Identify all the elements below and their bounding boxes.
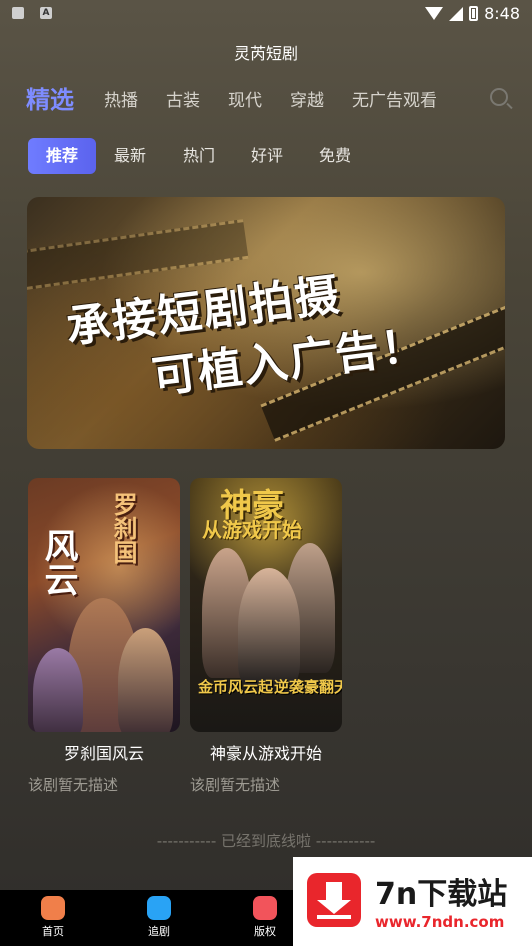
download-logo-icon [307,873,361,927]
signal-icon [449,6,464,21]
nav-copyright-label: 版权 [254,925,276,938]
category-tabs: 精选 热播 古装 现代 穿越 无广告观看 [26,84,512,120]
site-watermark: 7n下载站 www.7ndn.com [293,857,532,946]
shop-icon [253,896,277,920]
drama-card[interactable]: 神豪 从游戏开始 金币风云起 逆袭豪翻天 神豪从游戏开始 [190,478,342,764]
drama-title[interactable]: 神豪从游戏开始 [190,740,342,764]
drama-poster[interactable]: 风云 罗刹国 [28,478,180,732]
search-icon[interactable] [490,88,508,106]
nav-following[interactable]: 追剧 [129,896,189,939]
watermark-url: www.7ndn.com [375,913,505,931]
tab-modern[interactable]: 现代 [228,84,262,118]
heart-icon [147,896,171,920]
nav-home-label: 首页 [42,925,64,938]
status-time: 8:48 [484,4,520,23]
drama-poster[interactable]: 神豪 从游戏开始 金币风云起 逆袭豪翻天 [190,478,342,732]
app-title: 灵芮短剧 [233,44,298,63]
nav-home[interactable]: 首页 [23,896,83,939]
tab-hot[interactable]: 热播 [104,84,138,118]
subtab-top-rated[interactable]: 好评 [251,138,283,174]
home-icon [41,896,65,920]
mail-notification-icon [12,7,24,19]
end-of-list-text: ----------- 已经到底线啦 ----------- [156,832,376,850]
nav-following-label: 追剧 [148,925,170,938]
subtab-free[interactable]: 免费 [319,138,351,174]
subtab-recommended[interactable]: 推荐 [28,138,96,174]
subtab-latest[interactable]: 最新 [114,138,146,174]
status-bar: A 8:48 [0,0,532,30]
tab-no-ads[interactable]: 无广告观看 [352,84,437,118]
nav-copyright[interactable]: 版权 [235,896,295,939]
poster-subtitle-art: 从游戏开始 [202,518,302,542]
promo-banner[interactable]: 承接短剧拍摄 可植入广告！ [27,197,505,449]
drama-card[interactable]: 风云 罗刹国 罗刹国风云 [28,478,180,764]
tab-time-travel[interactable]: 穿越 [290,84,324,118]
drama-title[interactable]: 罗刹国风云 [28,740,180,764]
app-notification-icon: A [40,7,52,19]
drama-description: 该剧暂无描述 [190,776,281,794]
tab-costume[interactable]: 古装 [166,84,200,118]
watermark-title: 7n下载站 [375,877,508,912]
battery-icon [469,6,479,21]
poster-title-art: 罗刹国 [109,492,137,564]
poster-tagline-art: 逆袭豪翻天 [274,678,342,696]
tab-featured[interactable]: 精选 [26,83,74,117]
subtab-popular[interactable]: 热门 [183,138,215,174]
drama-description: 该剧暂无描述 [28,776,119,794]
wifi-icon [425,7,444,20]
poster-tagline-art: 金币风云起 [198,678,274,696]
poster-title-art: 风云 [38,528,78,596]
